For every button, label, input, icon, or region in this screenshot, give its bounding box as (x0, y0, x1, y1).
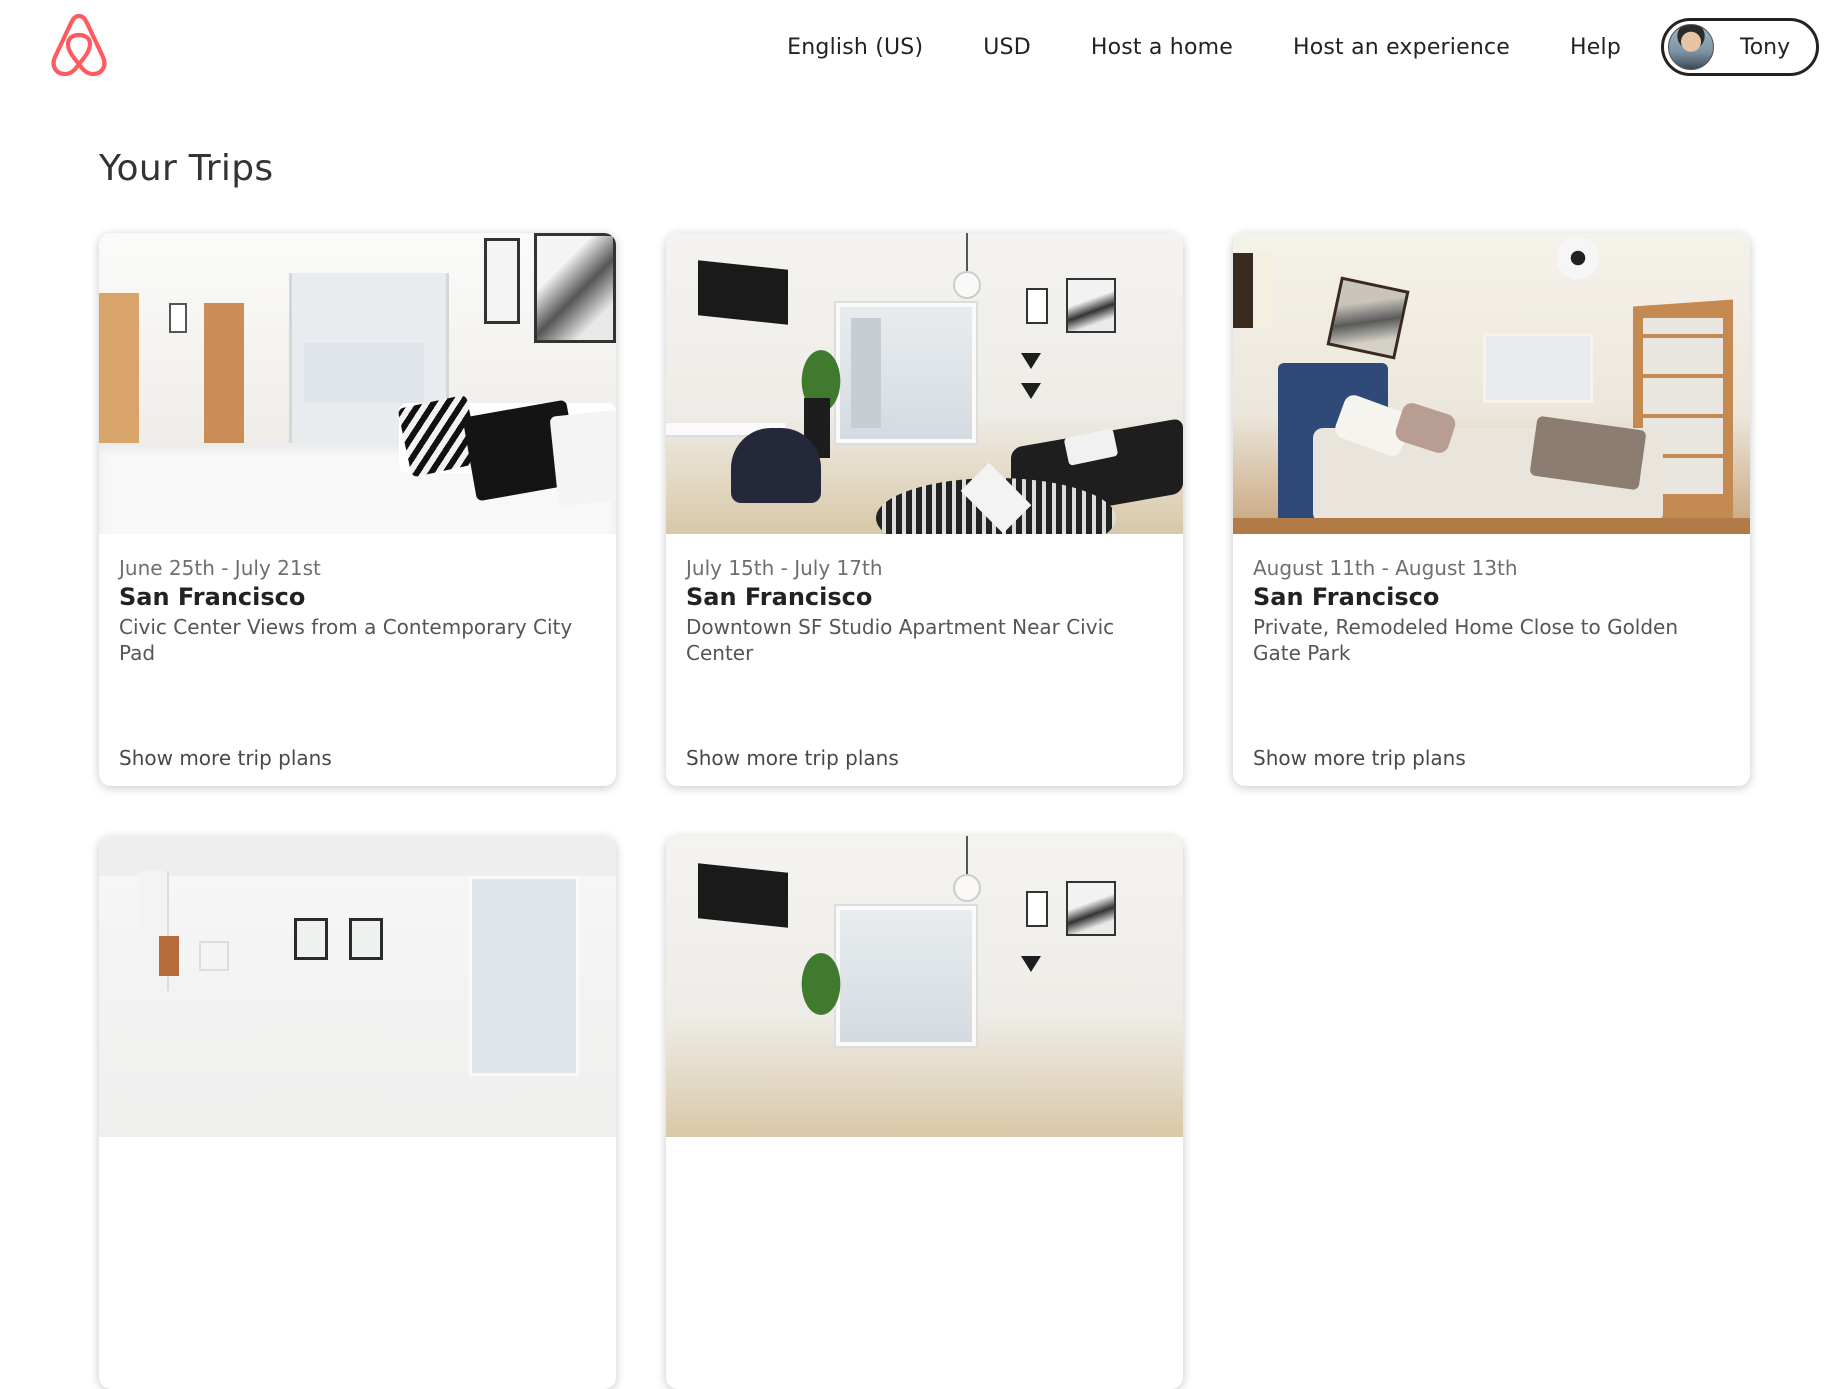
currency-selector[interactable]: USD (983, 35, 1031, 60)
trip-card[interactable] (666, 836, 1183, 1389)
airbnb-logo-icon[interactable] (47, 12, 111, 78)
trip-dates: June 25th - July 21st (119, 556, 321, 580)
show-more-trip-plans-link[interactable]: Show more trip plans (686, 746, 899, 770)
listing-photo (666, 836, 1183, 1137)
user-name: Tony (1740, 34, 1791, 60)
trip-card[interactable]: June 25th - July 21st San Francisco Civi… (99, 233, 616, 786)
trip-city: San Francisco (1253, 583, 1440, 611)
trip-city: San Francisco (119, 583, 306, 611)
listing-photo (99, 836, 616, 1137)
listing-title: Downtown SF Studio Apartment Near Civic … (686, 615, 1115, 665)
trip-card[interactable]: August 11th - August 13th San Francisco … (1233, 233, 1750, 786)
profile-menu-button[interactable]: Tony (1661, 18, 1819, 76)
listing-title: Civic Center Views from a Contemporary C… (119, 615, 573, 665)
language-selector[interactable]: English (US) (787, 35, 923, 60)
trip-dates: July 15th - July 17th (686, 556, 883, 580)
avatar (1668, 24, 1714, 70)
page-title: Your Trips (99, 148, 274, 189)
header-nav: English (US) USD Host a home Host an exp… (787, 18, 1819, 76)
trip-city: San Francisco (686, 583, 873, 611)
host-experience-link[interactable]: Host an experience (1293, 35, 1510, 60)
listing-photo (1233, 233, 1750, 534)
top-navigation-bar: English (US) USD Host a home Host an exp… (0, 0, 1839, 95)
help-link[interactable]: Help (1570, 35, 1621, 60)
listing-photo (99, 233, 616, 534)
show-more-trip-plans-link[interactable]: Show more trip plans (1253, 746, 1466, 770)
listing-title: Private, Remodeled Home Close to Golden … (1253, 615, 1679, 665)
host-home-link[interactable]: Host a home (1091, 35, 1233, 60)
trip-dates: August 11th - August 13th (1253, 556, 1518, 580)
trip-card[interactable]: July 15th - July 17th San Francisco Down… (666, 233, 1183, 786)
listing-photo (666, 233, 1183, 534)
trip-card[interactable] (99, 836, 616, 1389)
show-more-trip-plans-link[interactable]: Show more trip plans (119, 746, 332, 770)
